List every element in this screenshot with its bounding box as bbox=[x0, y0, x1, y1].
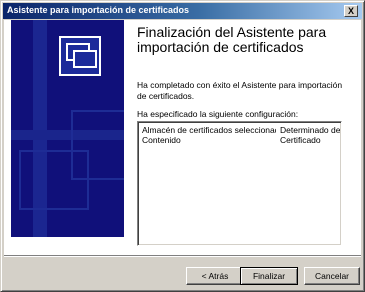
setting-value: Determinado de fo bbox=[280, 125, 340, 135]
window-title: Asistente para importación de certificad… bbox=[7, 5, 190, 15]
page-title: Finalización del Asistente para importac… bbox=[137, 24, 327, 55]
close-icon: X bbox=[347, 6, 354, 16]
list-item: Contenido Certificado bbox=[142, 135, 337, 145]
configuration-list[interactable]: Almacén de certificados seleccionado Det… bbox=[137, 121, 342, 246]
wizard-content: Finalización del Asistente para importac… bbox=[4, 20, 361, 255]
setting-value: Certificado bbox=[280, 135, 321, 145]
certificate-frame-icon bbox=[73, 50, 97, 68]
configuration-label: Ha especificado la siguiente configuraci… bbox=[137, 109, 299, 119]
wizard-side-panel bbox=[11, 20, 124, 237]
title-bar[interactable]: Asistente para importación de certificad… bbox=[3, 3, 362, 19]
wizard-window: Asistente para importación de certificad… bbox=[0, 0, 365, 292]
divider bbox=[4, 255, 361, 257]
close-button[interactable]: X bbox=[344, 5, 358, 17]
side-panel-decoration bbox=[71, 110, 124, 180]
cancel-button[interactable]: Cancelar bbox=[304, 267, 360, 285]
list-item: Almacén de certificados seleccionado Det… bbox=[142, 125, 340, 135]
setting-name: Contenido bbox=[142, 135, 181, 145]
back-button[interactable]: < Atrás bbox=[186, 267, 244, 285]
completed-text: Ha completado con éxito el Asistente par… bbox=[137, 80, 343, 101]
finish-button[interactable]: Finalizar bbox=[240, 267, 298, 285]
setting-name: Almacén de certificados seleccionado bbox=[142, 125, 276, 135]
